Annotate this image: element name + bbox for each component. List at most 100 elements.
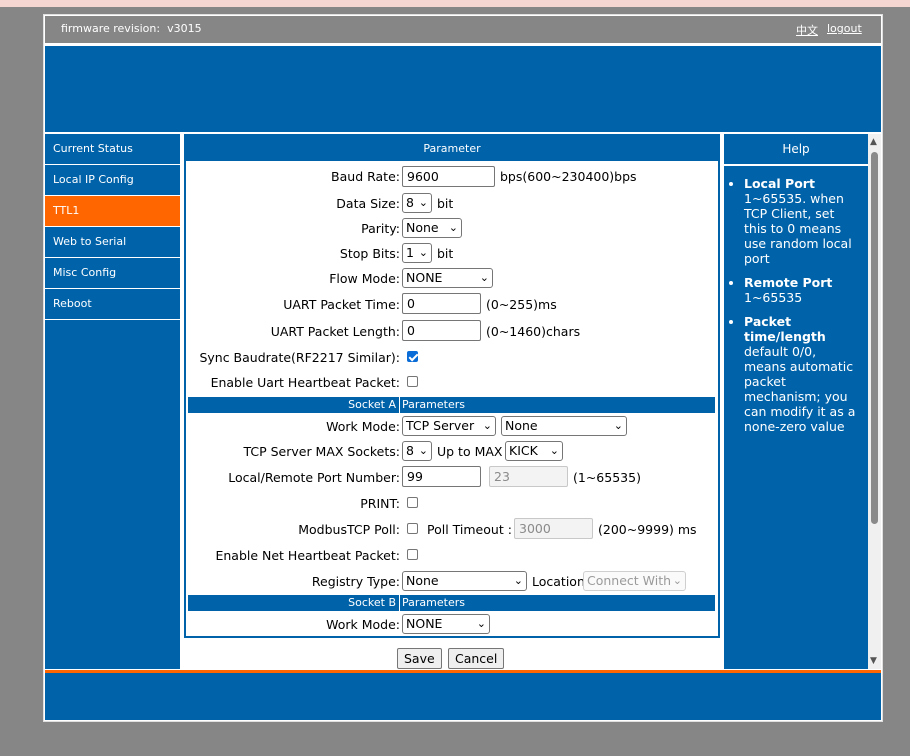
- firmware-label: firmware revision:: [61, 22, 161, 35]
- parameter-panel: Parameter Baud Rate: bps(600~230400)bps …: [184, 134, 720, 638]
- help-text: default 0/0, means automatic packet mech…: [744, 344, 856, 434]
- chevron-down-icon: ⌄: [549, 444, 559, 457]
- help-item: Local Port1~65535. when TCP Client, set …: [744, 176, 860, 266]
- poll-timeout-unit: (200~9999) ms: [598, 522, 697, 537]
- language-link[interactable]: 中文: [796, 22, 818, 38]
- uart-packet-length-unit: (0~1460)chars: [486, 324, 581, 339]
- uart-packet-time-unit: (0~255)ms: [486, 297, 557, 312]
- data-size-unit: bit: [437, 196, 454, 211]
- flow-mode-select[interactable]: NONE ⌄: [402, 268, 493, 288]
- help-term: Packet time/length: [744, 314, 826, 344]
- uart-packet-length-label: UART Packet Length:: [270, 324, 400, 339]
- uart-packet-length-input[interactable]: [402, 320, 481, 341]
- section-divider: [399, 595, 400, 611]
- socket-b-section: Socket B Parameters: [188, 595, 715, 611]
- chevron-down-icon: ⌄: [418, 196, 428, 209]
- stop-bits-value: 1: [406, 245, 414, 260]
- print-label: PRINT:: [360, 496, 400, 511]
- flow-mode-value: NONE: [406, 270, 443, 285]
- work-mode-a-label: Work Mode:: [326, 419, 400, 434]
- port-number-label: Local/Remote Port Number:: [228, 470, 400, 485]
- work-mode-a-sub-value: None: [505, 418, 538, 433]
- poll-timeout-input[interactable]: [514, 518, 593, 539]
- work-mode-a-value: TCP Server: [406, 418, 475, 433]
- local-port-input[interactable]: [402, 466, 481, 487]
- header-banner: [45, 46, 881, 132]
- location-value: Connect With: [587, 573, 672, 588]
- parity-label: Parity:: [361, 221, 400, 236]
- max-sockets-label: TCP Server MAX Sockets:: [243, 444, 400, 459]
- chevron-down-icon: ⌄: [479, 271, 489, 284]
- max-sockets-select[interactable]: 8 ⌄: [402, 441, 432, 461]
- help-item: Packet time/lengthdefault 0/0, means aut…: [744, 314, 860, 434]
- scrollbar-thumb[interactable]: [871, 152, 878, 524]
- modbus-poll-checkbox[interactable]: [407, 523, 418, 534]
- max-action-select[interactable]: KICK ⌄: [505, 441, 563, 461]
- cancel-button[interactable]: Cancel: [448, 648, 505, 669]
- modbus-poll-label: ModbusTCP Poll:: [298, 522, 400, 537]
- chevron-down-icon: ⌄: [613, 419, 623, 432]
- data-size-value: 8: [406, 195, 414, 210]
- up-to-max-text: Up to MAX: [437, 444, 503, 459]
- baud-rate-input[interactable]: [402, 166, 495, 187]
- port-range-text: (1~65535): [573, 470, 641, 485]
- baud-rate-label: Baud Rate:: [331, 169, 400, 184]
- section-divider: [399, 397, 400, 413]
- data-size-select[interactable]: 8 ⌄: [402, 193, 432, 213]
- socket-a-section-parameters: Parameters: [402, 398, 465, 411]
- sidebar-item-local-ip-config[interactable]: Local IP Config: [45, 165, 180, 196]
- footer-bar: [45, 673, 881, 720]
- work-mode-b-value: NONE: [406, 616, 443, 631]
- uart-packet-time-label: UART Packet Time:: [283, 297, 400, 312]
- work-mode-a-sub-select[interactable]: None ⌄: [501, 416, 627, 436]
- stop-bits-select[interactable]: 1 ⌄: [402, 243, 432, 263]
- net-heartbeat-label: Enable Net Heartbeat Packet:: [215, 548, 400, 563]
- uart-packet-time-input[interactable]: [402, 293, 481, 314]
- help-text: 1~65535: [744, 290, 803, 305]
- save-button[interactable]: Save: [397, 648, 442, 669]
- work-mode-b-select[interactable]: NONE ⌄: [402, 614, 490, 634]
- sidebar-item-reboot[interactable]: Reboot: [45, 289, 180, 320]
- logout-link[interactable]: logout: [827, 22, 862, 35]
- parity-value: None: [406, 220, 439, 235]
- help-panel: Help Local Port1~65535. when TCP Client,…: [724, 134, 868, 669]
- work-mode-a-select[interactable]: TCP Server ⌄: [402, 416, 496, 436]
- location-label: Location: [532, 574, 585, 589]
- max-sockets-value: 8: [406, 443, 414, 458]
- help-term: Remote Port: [744, 275, 833, 290]
- firmware-value: v3015: [167, 22, 202, 35]
- socket-b-section-label: Socket B: [348, 596, 396, 609]
- sidebar-item-ttl1[interactable]: TTL1: [45, 196, 180, 227]
- top-bar: firmware revision: v3015 中文 logout: [45, 16, 881, 43]
- sidebar-item-misc-config[interactable]: Misc Config: [45, 258, 180, 289]
- registry-type-value: None: [406, 573, 439, 588]
- baud-rate-unit: bps(600~230400)bps: [500, 169, 637, 184]
- flow-mode-label: Flow Mode:: [329, 271, 400, 286]
- chevron-down-icon: ⌄: [476, 617, 486, 630]
- panel-title: Parameter: [186, 136, 718, 161]
- uart-heartbeat-label: Enable Uart Heartbeat Packet:: [210, 375, 400, 390]
- scroll-up-icon[interactable]: ▲: [870, 137, 877, 147]
- remote-port-input[interactable]: [489, 466, 568, 487]
- scroll-down-icon[interactable]: ▼: [870, 656, 877, 666]
- registry-type-select[interactable]: None ⌄: [402, 571, 527, 591]
- firmware-revision: firmware revision: v3015: [61, 22, 202, 35]
- help-list: Local Port1~65535. when TCP Client, set …: [724, 166, 868, 434]
- print-checkbox[interactable]: [407, 497, 418, 508]
- scrollbar[interactable]: ▲ ▼: [868, 134, 881, 669]
- sidebar-item-current-status[interactable]: Current Status: [45, 134, 180, 165]
- chevron-down-icon: ⌄: [482, 419, 492, 432]
- uart-heartbeat-checkbox[interactable]: [407, 376, 418, 387]
- data-size-label: Data Size:: [336, 196, 400, 211]
- location-select[interactable]: Connect With ⌄: [583, 571, 686, 591]
- poll-timeout-label: Poll Timeout :: [427, 522, 512, 537]
- net-heartbeat-checkbox[interactable]: [407, 549, 418, 560]
- browser-top-strip: [0, 0, 910, 7]
- stop-bits-unit: bit: [437, 246, 454, 261]
- help-term: Local Port: [744, 176, 815, 191]
- sidebar-item-web-to-serial[interactable]: Web to Serial: [45, 227, 180, 258]
- socket-b-section-parameters: Parameters: [402, 596, 465, 609]
- parity-select[interactable]: None ⌄: [402, 218, 462, 238]
- sync-baudrate-checkbox[interactable]: [407, 351, 418, 362]
- help-text: 1~65535. when TCP Client, set this to 0 …: [744, 191, 852, 266]
